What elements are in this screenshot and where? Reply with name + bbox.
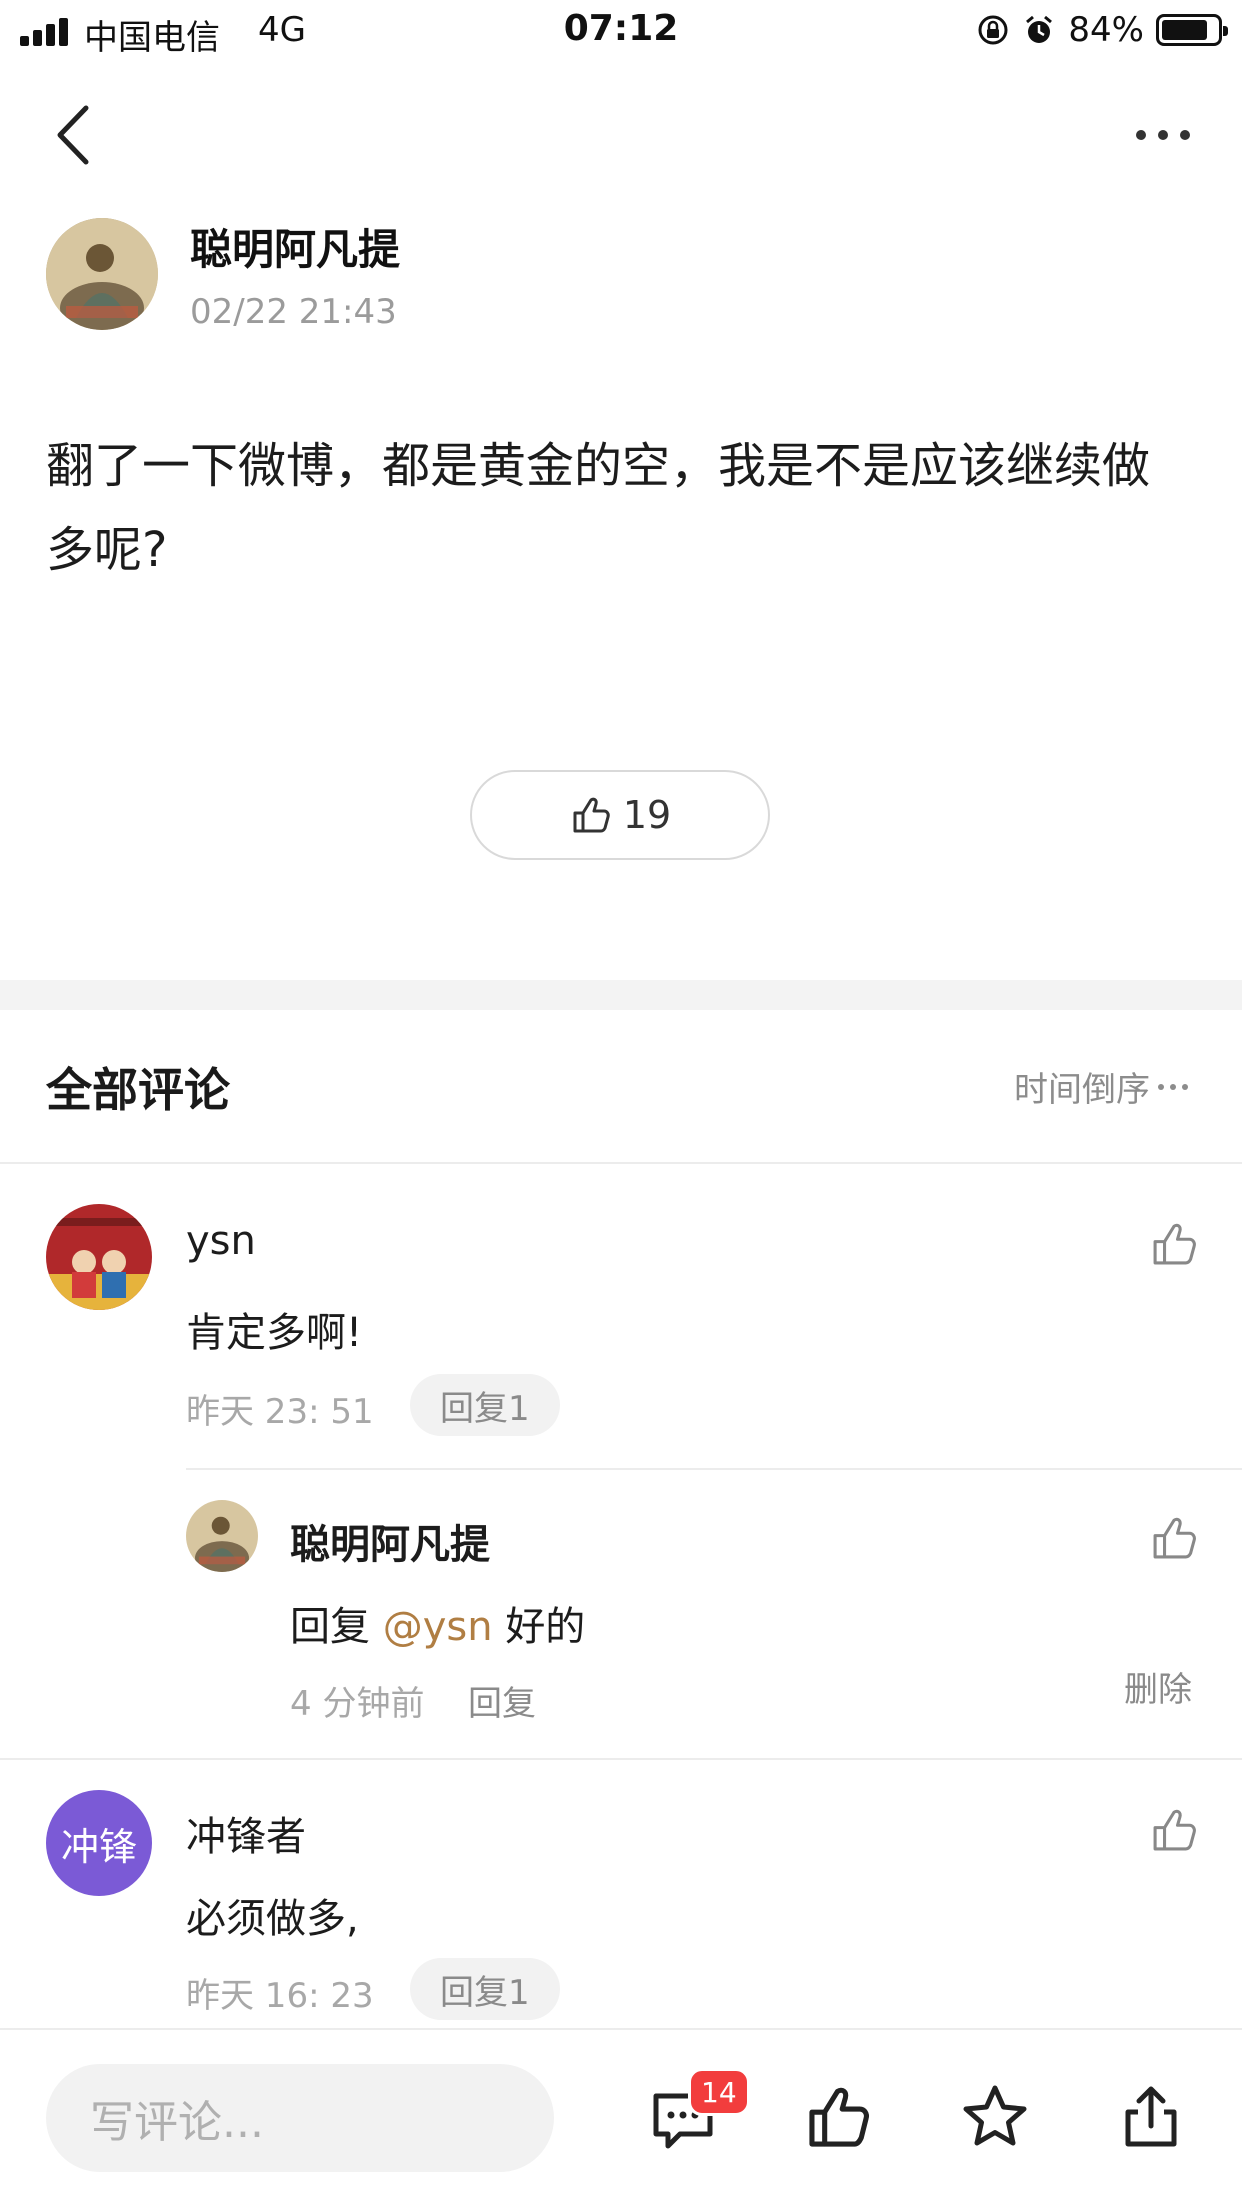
- thumbs-up-icon[interactable]: [1148, 1804, 1200, 1856]
- rotation-lock-icon: [978, 15, 1008, 45]
- comment-text: 必须做多,: [186, 1896, 359, 1942]
- thumbs-up-icon: [573, 797, 610, 833]
- commenter-avatar[interactable]: 冲锋: [46, 1790, 152, 1896]
- mention-link[interactable]: @ysn: [383, 1604, 493, 1650]
- status-right: 84%: [976, 10, 1228, 50]
- alarm-icon: [1026, 15, 1053, 43]
- reply-prefix: 回复: [290, 1604, 370, 1650]
- thumbs-up-icon[interactable]: [1148, 1218, 1200, 1270]
- reply-button[interactable]: 回复: [468, 1676, 536, 1725]
- comment-input[interactable]: 写评论...: [46, 2064, 554, 2172]
- sort-label: 时间倒序: [1014, 1070, 1150, 1110]
- reply-body: 好的: [505, 1604, 586, 1650]
- commenter-avatar[interactable]: [46, 1204, 152, 1310]
- reply-author-name[interactable]: 聪明阿凡提: [290, 1512, 490, 1570]
- post-timestamp: 02/22 21:43: [190, 292, 397, 332]
- reply-time: 4 分钟前: [290, 1684, 425, 1724]
- battery-icon: [1156, 14, 1228, 46]
- commenter-name[interactable]: 冲锋者: [186, 1804, 306, 1862]
- author-name[interactable]: 聪明阿凡提: [190, 216, 400, 277]
- reply-divider: [186, 1468, 1242, 1470]
- like-button[interactable]: 19: [470, 770, 770, 860]
- comments-title: 全部评论: [46, 1063, 230, 1117]
- thumbs-up-icon[interactable]: [804, 2082, 874, 2152]
- comment-text: 肯定多啊!: [186, 1310, 363, 1356]
- comment-divider: [0, 1758, 1242, 1760]
- comments-button[interactable]: 14: [648, 2068, 750, 2158]
- status-bar: 中国电信 4G 07:12 84%: [0, 0, 1242, 64]
- back-arrow-icon[interactable]: [48, 100, 108, 170]
- comment-time: 昨天 23: 51: [186, 1392, 374, 1432]
- comment-time: 昨天 16: 23: [186, 1976, 374, 2016]
- like-count: 19: [622, 793, 672, 837]
- header-divider: [0, 1162, 1242, 1164]
- reply-count-chip[interactable]: 回复1: [410, 1374, 560, 1436]
- reply-author-avatar[interactable]: [186, 1500, 258, 1572]
- reply-count-chip[interactable]: 回复1: [410, 1958, 560, 2020]
- share-icon[interactable]: [1116, 2082, 1186, 2152]
- section-divider: [0, 980, 1242, 1010]
- post-body: 翻了一下微博，都是黄金的空，我是不是应该继续做多呢?: [46, 438, 1151, 578]
- author-avatar[interactable]: [46, 218, 158, 330]
- star-icon[interactable]: [960, 2082, 1030, 2152]
- more-options-icon[interactable]: [1128, 118, 1198, 152]
- more-dots-icon: [1158, 1083, 1188, 1090]
- reply-text: 回复 @ysn 好的: [290, 1594, 585, 1652]
- comment-count-badge: 14: [688, 2068, 750, 2116]
- sort-toggle[interactable]: 时间倒序: [1014, 1062, 1190, 1111]
- thumbs-up-icon[interactable]: [1148, 1512, 1200, 1564]
- commenter-name[interactable]: ysn: [186, 1218, 256, 1264]
- delete-button[interactable]: 删除: [1124, 1662, 1192, 1711]
- battery-fill: [1162, 20, 1207, 40]
- battery-percent: 84%: [1068, 10, 1144, 50]
